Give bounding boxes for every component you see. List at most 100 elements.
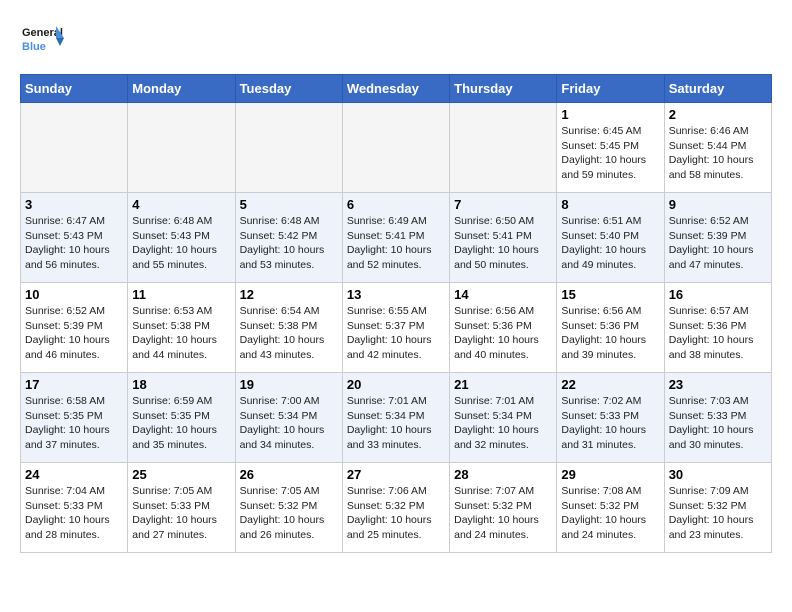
calendar-cell: 14 Sunrise: 6:56 AM Sunset: 5:36 PM Dayli… bbox=[450, 283, 557, 373]
day-info: Sunrise: 6:50 AM Sunset: 5:41 PM Dayligh… bbox=[454, 214, 552, 273]
calendar-cell: 5 Sunrise: 6:48 AM Sunset: 5:42 PM Daylig… bbox=[235, 193, 342, 283]
day-number: 2 bbox=[669, 107, 767, 122]
calendar-cell: 27 Sunrise: 7:06 AM Sunset: 5:32 PM Dayli… bbox=[342, 463, 449, 553]
day-info: Sunrise: 6:53 AM Sunset: 5:38 PM Dayligh… bbox=[132, 304, 230, 363]
calendar-cell: 3 Sunrise: 6:47 AM Sunset: 5:43 PM Daylig… bbox=[21, 193, 128, 283]
calendar-week-row: 24Sunrise: 7:04 AM Sunset: 5:33 PM Dayli… bbox=[21, 463, 772, 553]
day-number: 9 bbox=[669, 197, 767, 212]
day-number: 16 bbox=[669, 287, 767, 302]
calendar-cell bbox=[128, 103, 235, 193]
calendar-cell bbox=[21, 103, 128, 193]
calendar-week-row: 3 Sunrise: 6:47 AM Sunset: 5:43 PM Daylig… bbox=[21, 193, 772, 283]
calendar-cell: 30Sunrise: 7:09 AM Sunset: 5:32 PM Dayli… bbox=[664, 463, 771, 553]
day-number: 5 bbox=[240, 197, 338, 212]
day-info: Sunrise: 6:52 AM Sunset: 5:39 PM Dayligh… bbox=[669, 214, 767, 273]
day-info: Sunrise: 7:05 AM Sunset: 5:33 PM Dayligh… bbox=[132, 484, 230, 543]
day-number: 19 bbox=[240, 377, 338, 392]
calendar-cell: 29 Sunrise: 7:08 AM Sunset: 5:32 PM Dayli… bbox=[557, 463, 664, 553]
day-info: Sunrise: 6:51 AM Sunset: 5:40 PM Dayligh… bbox=[561, 214, 659, 273]
logo-container: General Blue bbox=[20, 20, 64, 64]
day-info: Sunrise: 7:06 AM Sunset: 5:32 PM Dayligh… bbox=[347, 484, 445, 543]
day-number: 20 bbox=[347, 377, 445, 392]
day-number: 11 bbox=[132, 287, 230, 302]
calendar-cell: 26 Sunrise: 7:05 AM Sunset: 5:32 PM Dayli… bbox=[235, 463, 342, 553]
day-number: 29 bbox=[561, 467, 659, 482]
day-info: Sunrise: 6:56 AM Sunset: 5:36 PM Dayligh… bbox=[454, 304, 552, 363]
day-info: Sunrise: 6:47 AM Sunset: 5:43 PM Dayligh… bbox=[25, 214, 123, 273]
calendar-cell: 28 Sunrise: 7:07 AM Sunset: 5:32 PM Dayli… bbox=[450, 463, 557, 553]
day-number: 4 bbox=[132, 197, 230, 212]
calendar-cell: 9 Sunrise: 6:52 AM Sunset: 5:39 PM Daylig… bbox=[664, 193, 771, 283]
weekday-header-row: SundayMondayTuesdayWednesdayThursdayFrid… bbox=[21, 75, 772, 103]
day-number: 18 bbox=[132, 377, 230, 392]
day-number: 12 bbox=[240, 287, 338, 302]
calendar-cell bbox=[342, 103, 449, 193]
day-number: 25 bbox=[132, 467, 230, 482]
calendar-cell: 25 Sunrise: 7:05 AM Sunset: 5:33 PM Dayli… bbox=[128, 463, 235, 553]
day-number: 10 bbox=[25, 287, 123, 302]
day-info: Sunrise: 6:56 AM Sunset: 5:36 PM Dayligh… bbox=[561, 304, 659, 363]
weekday-header: Friday bbox=[557, 75, 664, 103]
day-number: 23 bbox=[669, 377, 767, 392]
calendar-cell: 1 Sunrise: 6:45 AM Sunset: 5:45 PM Daylig… bbox=[557, 103, 664, 193]
page-header: General Blue bbox=[20, 20, 772, 64]
day-info: Sunrise: 6:59 AM Sunset: 5:35 PM Dayligh… bbox=[132, 394, 230, 453]
calendar-cell bbox=[450, 103, 557, 193]
day-info: Sunrise: 7:00 AM Sunset: 5:34 PM Dayligh… bbox=[240, 394, 338, 453]
day-info: Sunrise: 7:02 AM Sunset: 5:33 PM Dayligh… bbox=[561, 394, 659, 453]
calendar-cell: 11 Sunrise: 6:53 AM Sunset: 5:38 PM Dayli… bbox=[128, 283, 235, 373]
calendar-cell: 21 Sunrise: 7:01 AM Sunset: 5:34 PM Dayli… bbox=[450, 373, 557, 463]
calendar-week-row: 1 Sunrise: 6:45 AM Sunset: 5:45 PM Daylig… bbox=[21, 103, 772, 193]
day-number: 6 bbox=[347, 197, 445, 212]
day-number: 13 bbox=[347, 287, 445, 302]
calendar-cell: 12 Sunrise: 6:54 AM Sunset: 5:38 PM Dayli… bbox=[235, 283, 342, 373]
weekday-header: Wednesday bbox=[342, 75, 449, 103]
day-info: Sunrise: 6:58 AM Sunset: 5:35 PM Dayligh… bbox=[25, 394, 123, 453]
calendar-cell: 2 Sunrise: 6:46 AM Sunset: 5:44 PM Daylig… bbox=[664, 103, 771, 193]
day-number: 1 bbox=[561, 107, 659, 122]
day-info: Sunrise: 6:49 AM Sunset: 5:41 PM Dayligh… bbox=[347, 214, 445, 273]
weekday-header: Tuesday bbox=[235, 75, 342, 103]
day-number: 27 bbox=[347, 467, 445, 482]
calendar-cell: 15 Sunrise: 6:56 AM Sunset: 5:36 PM Dayli… bbox=[557, 283, 664, 373]
calendar-cell: 24Sunrise: 7:04 AM Sunset: 5:33 PM Dayli… bbox=[21, 463, 128, 553]
day-info: Sunrise: 6:48 AM Sunset: 5:42 PM Dayligh… bbox=[240, 214, 338, 273]
day-info: Sunrise: 6:45 AM Sunset: 5:45 PM Dayligh… bbox=[561, 124, 659, 183]
day-number: 3 bbox=[25, 197, 123, 212]
calendar-cell: 8Sunrise: 6:51 AM Sunset: 5:40 PM Daylig… bbox=[557, 193, 664, 283]
weekday-header: Monday bbox=[128, 75, 235, 103]
day-info: Sunrise: 6:48 AM Sunset: 5:43 PM Dayligh… bbox=[132, 214, 230, 273]
calendar-cell: 23 Sunrise: 7:03 AM Sunset: 5:33 PM Dayli… bbox=[664, 373, 771, 463]
day-number: 26 bbox=[240, 467, 338, 482]
calendar-cell: 4 Sunrise: 6:48 AM Sunset: 5:43 PM Daylig… bbox=[128, 193, 235, 283]
weekday-header: Sunday bbox=[21, 75, 128, 103]
day-info: Sunrise: 6:54 AM Sunset: 5:38 PM Dayligh… bbox=[240, 304, 338, 363]
day-number: 7 bbox=[454, 197, 552, 212]
logo-svg: General Blue bbox=[20, 20, 64, 64]
day-info: Sunrise: 7:07 AM Sunset: 5:32 PM Dayligh… bbox=[454, 484, 552, 543]
day-info: Sunrise: 7:01 AM Sunset: 5:34 PM Dayligh… bbox=[454, 394, 552, 453]
calendar-cell: 7 Sunrise: 6:50 AM Sunset: 5:41 PM Daylig… bbox=[450, 193, 557, 283]
day-info: Sunrise: 7:03 AM Sunset: 5:33 PM Dayligh… bbox=[669, 394, 767, 453]
calendar-cell: 20Sunrise: 7:01 AM Sunset: 5:34 PM Dayli… bbox=[342, 373, 449, 463]
day-number: 21 bbox=[454, 377, 552, 392]
day-number: 28 bbox=[454, 467, 552, 482]
day-info: Sunrise: 6:55 AM Sunset: 5:37 PM Dayligh… bbox=[347, 304, 445, 363]
day-number: 14 bbox=[454, 287, 552, 302]
day-info: Sunrise: 6:46 AM Sunset: 5:44 PM Dayligh… bbox=[669, 124, 767, 183]
calendar-cell: 6 Sunrise: 6:49 AM Sunset: 5:41 PM Daylig… bbox=[342, 193, 449, 283]
day-info: Sunrise: 6:52 AM Sunset: 5:39 PM Dayligh… bbox=[25, 304, 123, 363]
calendar-week-row: 10 Sunrise: 6:52 AM Sunset: 5:39 PM Dayli… bbox=[21, 283, 772, 373]
calendar-cell: 17 Sunrise: 6:58 AM Sunset: 5:35 PM Dayli… bbox=[21, 373, 128, 463]
day-info: Sunrise: 6:57 AM Sunset: 5:36 PM Dayligh… bbox=[669, 304, 767, 363]
calendar-cell: 16 Sunrise: 6:57 AM Sunset: 5:36 PM Dayli… bbox=[664, 283, 771, 373]
day-info: Sunrise: 7:08 AM Sunset: 5:32 PM Dayligh… bbox=[561, 484, 659, 543]
logo: General Blue bbox=[20, 20, 64, 64]
day-number: 17 bbox=[25, 377, 123, 392]
calendar-table: SundayMondayTuesdayWednesdayThursdayFrid… bbox=[20, 74, 772, 553]
day-number: 24 bbox=[25, 467, 123, 482]
calendar-week-row: 17 Sunrise: 6:58 AM Sunset: 5:35 PM Dayli… bbox=[21, 373, 772, 463]
day-number: 15 bbox=[561, 287, 659, 302]
day-info: Sunrise: 7:05 AM Sunset: 5:32 PM Dayligh… bbox=[240, 484, 338, 543]
calendar-cell: 10 Sunrise: 6:52 AM Sunset: 5:39 PM Dayli… bbox=[21, 283, 128, 373]
